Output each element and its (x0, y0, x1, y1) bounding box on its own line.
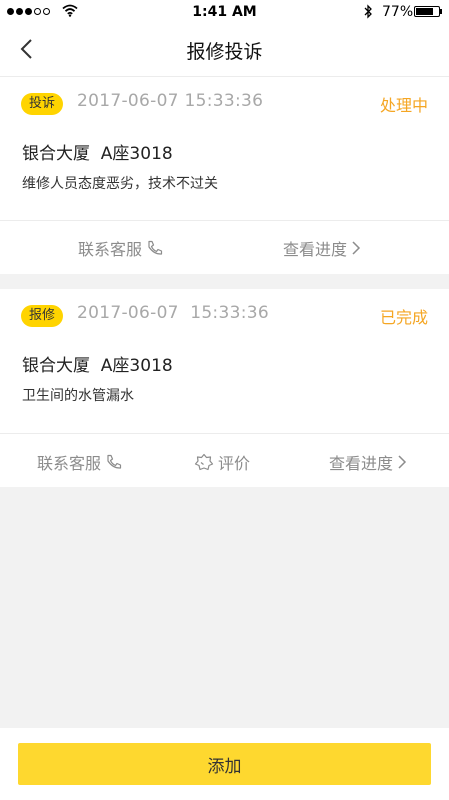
record-description: 维修人员态度恶劣，技术不过关 (22, 176, 218, 192)
record-card[interactable]: 报修 2017-06-07 15:33:36 已完成 银合大厦 A座3018 卫… (0, 289, 449, 487)
chevron-right-icon (352, 241, 361, 255)
page-title: 报修投诉 (186, 41, 263, 63)
view-progress-button[interactable]: 查看进度 (283, 236, 361, 260)
view-progress-button[interactable]: 查看进度 (329, 450, 407, 474)
rate-icon (194, 453, 214, 471)
phone-icon (107, 454, 122, 469)
contact-service-label: 联系客服 (37, 454, 102, 473)
record-datetime: 2017-06-07 15:33:36 (77, 91, 264, 111)
divider (0, 433, 449, 434)
contact-service-button[interactable]: 联系客服 (78, 236, 164, 260)
record-status: 处理中 (379, 96, 428, 115)
contact-service-button[interactable]: 联系客服 (37, 450, 123, 474)
status-bar: 1:41 AM 77% (0, 0, 449, 24)
record-datetime: 2017-06-07 15:33:36 (77, 303, 269, 323)
record-type-badge: 投诉 (21, 93, 63, 115)
nav-bar: 报修投诉 (0, 24, 449, 77)
record-type-badge: 报修 (21, 305, 63, 327)
record-status: 已完成 (379, 308, 428, 327)
battery-icon (414, 6, 440, 17)
phone-icon (148, 240, 163, 255)
contact-service-label: 联系客服 (78, 240, 143, 259)
bottom-bar: 添加 (0, 728, 449, 800)
chevron-right-icon (398, 455, 407, 469)
rate-button[interactable]: 评价 (194, 450, 250, 474)
record-card[interactable]: 投诉 2017-06-07 15:33:36 处理中 银合大厦 A座3018 维… (0, 77, 449, 274)
view-progress-label: 查看进度 (329, 454, 394, 473)
record-location: 银合大厦 A座3018 (22, 356, 173, 376)
battery-percent: 77% (382, 4, 414, 20)
rate-label: 评价 (218, 454, 251, 473)
add-button[interactable]: 添加 (18, 743, 431, 785)
bluetooth-icon (364, 4, 372, 19)
record-location: 银合大厦 A座3018 (22, 144, 173, 164)
view-progress-label: 查看进度 (283, 240, 348, 259)
record-description: 卫生间的水管漏水 (22, 388, 134, 404)
divider (0, 220, 449, 221)
